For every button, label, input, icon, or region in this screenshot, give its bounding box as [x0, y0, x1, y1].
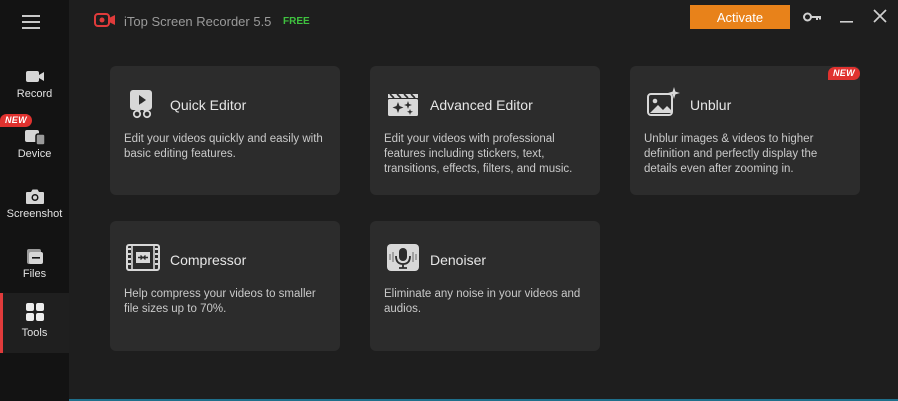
app-title: iTop Screen Recorder 5.5: [124, 14, 272, 29]
menu-button[interactable]: [22, 13, 44, 31]
camera-icon: [25, 71, 44, 82]
quick-editor-icon: [130, 90, 152, 119]
sidebar-item-label: Files: [22, 268, 47, 280]
tool-card-compressor[interactable]: Compressor Help compress your videos to …: [110, 221, 340, 351]
screenshot-icon: [25, 189, 44, 204]
files-icon: [26, 249, 43, 264]
unblur-new-badge: NEW: [828, 67, 860, 80]
clapperboard-icon: [388, 93, 418, 116]
tool-card-description: Edit your videos with professional featu…: [384, 133, 573, 175]
tool-card-description: Help compress your videos to smaller fil…: [124, 288, 316, 315]
tool-card-description: Edit your videos quickly and easily with…: [124, 133, 323, 160]
sidebar-item-label: Tools: [21, 327, 48, 339]
activate-button[interactable]: Activate: [690, 5, 790, 29]
tool-card-denoiser[interactable]: Denoiser Eliminate any noise in your vid…: [370, 221, 600, 351]
minimize-icon[interactable]: [837, 8, 857, 26]
sidebar-item-device[interactable]: Device: [0, 120, 69, 180]
sidebar: Record Device NEW Screenshot Files Tools: [0, 0, 69, 401]
title-bar: iTop Screen Recorder 5.5 FREE Activate: [69, 0, 898, 40]
tools-grid-icon: [25, 303, 44, 321]
film-compress-icon: [126, 244, 160, 271]
image-sparkle-icon: [647, 87, 680, 116]
app-logo-icon: [94, 13, 115, 27]
tool-card-title: Unblur: [690, 97, 732, 113]
key-icon[interactable]: [802, 8, 822, 26]
sidebar-item-files[interactable]: Files: [0, 240, 69, 300]
microphone-icon: [387, 244, 419, 271]
tool-card-title: Quick Editor: [170, 97, 247, 113]
tool-card-description: Eliminate any noise in your videos and a…: [384, 288, 581, 315]
sidebar-item-label: Device: [17, 148, 52, 160]
tool-card-title: Denoiser: [430, 252, 487, 268]
edition-badge: FREE: [283, 16, 310, 27]
app-window: Record Device NEW Screenshot Files Tools…: [0, 0, 898, 401]
close-icon[interactable]: [870, 8, 890, 26]
tool-card-unblur[interactable]: Unblur Unblur images & videos to higher …: [630, 66, 860, 195]
device-icon: [24, 130, 46, 146]
tool-card-description: Unblur images & videos to higher definit…: [644, 133, 818, 175]
tool-card-title: Compressor: [170, 252, 247, 268]
tool-card-quick-editor[interactable]: Quick Editor Edit your videos quickly an…: [110, 66, 340, 195]
tool-card-title: Advanced Editor: [430, 97, 533, 113]
sidebar-item-label: Screenshot: [6, 208, 63, 220]
sidebar-item-label: Record: [16, 88, 53, 100]
tool-card-advanced-editor[interactable]: Advanced Editor Edit your videos with pr…: [370, 66, 600, 195]
sidebar-item-screenshot[interactable]: Screenshot: [0, 180, 69, 240]
sidebar-item-tools[interactable]: Tools: [0, 293, 69, 353]
device-new-badge: NEW: [0, 114, 32, 127]
sidebar-item-record[interactable]: Record: [0, 60, 69, 120]
